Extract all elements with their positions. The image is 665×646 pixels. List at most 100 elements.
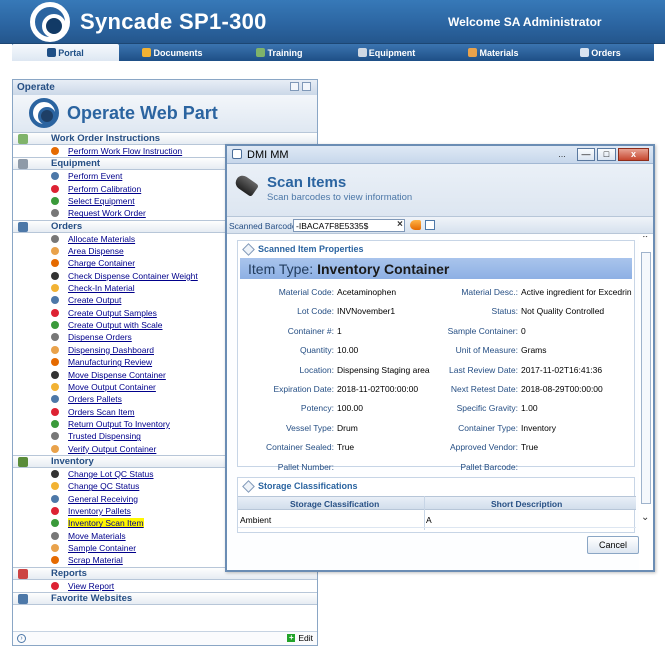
section-favorite-websites[interactable]: Favorite Websites xyxy=(13,592,317,605)
close-button[interactable]: x xyxy=(618,148,649,161)
maximize-button[interactable]: □ xyxy=(597,148,616,161)
link-change-lot-qc-status[interactable]: Change Lot QC Status xyxy=(68,469,154,479)
webpart-menu-icon[interactable] xyxy=(290,82,299,91)
column-storage-classification[interactable]: Storage Classification xyxy=(290,499,379,509)
property-label: Status: xyxy=(491,306,518,317)
nav-item-equipment[interactable]: Equipment xyxy=(333,44,440,61)
nav-item-documents[interactable]: Documents xyxy=(119,44,226,61)
clear-barcode-icon[interactable]: × xyxy=(397,219,403,230)
property-value: 1 xyxy=(337,325,342,336)
property-value: INVNovember1 xyxy=(337,306,396,317)
link-create-output-samples[interactable]: Create Output Samples xyxy=(68,308,157,318)
section-icon xyxy=(18,134,28,144)
main-nav: Portal Documents Training Equipment Material… xyxy=(12,44,654,61)
dialog-heading: Scan Items xyxy=(267,174,347,191)
link-orders-scan-item[interactable]: Orders Scan Item xyxy=(68,407,135,417)
link-move-output-container[interactable]: Move Output Container xyxy=(68,382,156,392)
link-inventory-pallets[interactable]: Inventory Pallets xyxy=(68,506,131,516)
link-trusted-dispensing[interactable]: Trusted Dispensing xyxy=(68,431,141,441)
section-title: Orders xyxy=(51,220,83,232)
item-icon xyxy=(51,358,59,367)
barcode-toolbar: Scanned Barcode: × xyxy=(227,216,653,234)
scroll-down-icon[interactable]: ⌄ xyxy=(641,512,649,523)
table-row[interactable]: Ambient A xyxy=(238,512,636,528)
item-type-bar: Item Type: Inventory Container xyxy=(240,258,632,279)
column-short-description[interactable]: Short Description xyxy=(491,499,562,509)
barcode-label: Scanned Barcode: xyxy=(229,221,299,231)
nav-item-materials[interactable]: Materials xyxy=(440,44,547,61)
scrollbar-thumb[interactable] xyxy=(641,252,651,504)
scan-barcode-icon[interactable] xyxy=(410,220,421,230)
nav-item-portal[interactable]: Portal xyxy=(12,44,119,61)
cancel-button[interactable]: Cancel xyxy=(587,536,639,554)
property-label: Last Review Date: xyxy=(449,364,518,375)
scan-items-dialog: DMI MM … — □ x Scan Items Scan barcodes … xyxy=(225,144,655,572)
link-manufacturing-review[interactable]: Manufacturing Review xyxy=(68,357,152,367)
navigate-arrow-icon[interactable]: › xyxy=(17,634,26,643)
property-value: 10.00 xyxy=(337,345,359,356)
link-create-output-with-scale[interactable]: Create Output with Scale xyxy=(68,320,163,330)
checkbox-icon[interactable] xyxy=(425,220,435,230)
link-create-output[interactable]: Create Output xyxy=(68,295,121,305)
link-move-dispense-container[interactable]: Move Dispense Container xyxy=(68,370,166,380)
nav-item-label: Portal xyxy=(58,47,84,58)
nav-item-orders[interactable]: Orders xyxy=(547,44,654,61)
section-title: Inventory xyxy=(51,455,94,467)
edit-label: Edit xyxy=(298,633,313,643)
link-request-work-order[interactable]: Request Work Order xyxy=(68,208,146,218)
item-icon xyxy=(51,382,59,391)
minimize-button[interactable]: — xyxy=(577,148,595,161)
link-check-dispense-container-weight[interactable]: Check Dispense Container Weight xyxy=(68,271,198,281)
edit-button[interactable]: + Edit xyxy=(287,633,313,643)
link-inventory-scan-item[interactable]: Inventory Scan Item xyxy=(68,518,144,529)
link-return-output-to-inventory[interactable]: Return Output To Inventory xyxy=(68,419,170,429)
welcome-text: Welcome SA Administrator xyxy=(448,15,602,29)
property-value: Acetaminophen xyxy=(337,287,397,297)
link-select-equipment[interactable]: Select Equipment xyxy=(68,196,135,206)
link-scrap-material[interactable]: Scrap Material xyxy=(68,555,123,565)
section-title: Reports xyxy=(51,567,87,579)
item-icon xyxy=(51,419,59,428)
link-orders-pallets[interactable]: Orders Pallets xyxy=(68,394,122,404)
materials-icon xyxy=(468,48,478,57)
dialog-title-bar[interactable]: DMI MM … — □ x xyxy=(227,146,653,164)
storage-header[interactable]: Storage Classifications xyxy=(238,478,634,494)
item-icon xyxy=(51,494,59,503)
webpart-refresh-icon[interactable] xyxy=(302,82,311,91)
window-icon xyxy=(232,149,242,159)
link-change-qc-status[interactable]: Change QC Status xyxy=(68,481,139,491)
dialog-scrollbar[interactable]: ⌃ ⌄ xyxy=(639,236,653,570)
properties-header[interactable]: Scanned Item Properties xyxy=(238,241,634,257)
link-perform-calibration[interactable]: Perform Calibration xyxy=(68,184,141,194)
link-charge-container[interactable]: Charge Container xyxy=(68,258,135,268)
property-value: True xyxy=(337,442,355,453)
item-type-label: Item Type: xyxy=(248,261,314,277)
link-view-report[interactable]: View Report xyxy=(68,581,114,591)
nav-item-training[interactable]: Training xyxy=(226,44,333,61)
link-perform-work-flow-instruction[interactable]: Perform Work Flow Instruction xyxy=(68,146,182,156)
dialog-body: Scanned Item Properties Item Type: Invent… xyxy=(227,236,653,570)
link-general-receiving[interactable]: General Receiving xyxy=(68,494,138,504)
scroll-up-icon[interactable]: ⌃ xyxy=(641,236,649,245)
link-allocate-materials[interactable]: Allocate Materials xyxy=(68,234,135,244)
link-verify-output-container[interactable]: Verify Output Container xyxy=(68,444,156,454)
section-icon xyxy=(18,568,28,579)
link-perform-event[interactable]: Perform Event xyxy=(68,171,122,181)
item-icon xyxy=(51,147,59,155)
link-move-materials[interactable]: Move Materials xyxy=(68,531,126,541)
dots-icon: … xyxy=(558,150,566,159)
section-icon xyxy=(18,221,28,232)
property-label: Expiration Date: xyxy=(273,384,334,394)
item-type-value: Inventory Container xyxy=(317,261,450,277)
link-dispensing-dashboard[interactable]: Dispensing Dashboard xyxy=(68,345,154,355)
link-area-dispense[interactable]: Area Dispense xyxy=(68,246,124,256)
property-label: Potency: xyxy=(300,403,334,414)
link-check-in-material[interactable]: Check-In Material xyxy=(68,283,135,293)
plus-icon: + xyxy=(287,633,296,642)
barcode-input[interactable] xyxy=(293,219,405,232)
dialog-header: Scan Items Scan barcodes to view informa… xyxy=(227,164,653,216)
item-icon xyxy=(51,234,59,243)
section-title: Work Order Instructions xyxy=(51,133,161,144)
link-dispense-orders[interactable]: Dispense Orders xyxy=(68,332,132,342)
link-sample-container[interactable]: Sample Container xyxy=(68,543,136,553)
